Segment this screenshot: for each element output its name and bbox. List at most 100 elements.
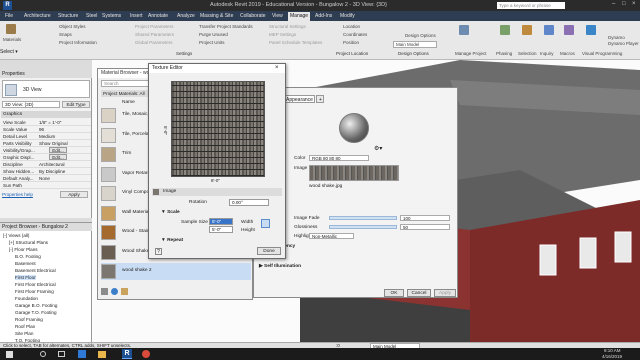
edit-4-button[interactable]: Edit...	[49, 147, 67, 153]
help-icon[interactable]: ?	[155, 248, 162, 255]
browser-item[interactable]: B.O. Footing	[15, 254, 41, 259]
dynamo-player-button[interactable]: Dynamo Player	[608, 41, 639, 46]
phasing-button[interactable]: Phasing	[496, 51, 512, 56]
ribbon-position[interactable]: Position	[336, 40, 359, 45]
browser-item[interactable]: Roof Framing	[15, 317, 43, 322]
materials-icon[interactable]	[6, 24, 16, 34]
tab-modify[interactable]: Modify	[338, 12, 357, 21]
tab-view[interactable]: View	[270, 12, 285, 21]
ribbon-location[interactable]: Location	[336, 24, 360, 29]
ribbon-purge-unused[interactable]: Purge Unused	[192, 32, 228, 37]
type-selector[interactable]: 3D View	[2, 80, 90, 98]
tab-file[interactable]: File	[3, 12, 15, 21]
properties-help-link[interactable]: Properties help	[2, 192, 33, 197]
appearance-param-slider[interactable]	[329, 216, 397, 220]
property-value[interactable]: 1/8" = 1'-0"	[39, 119, 61, 125]
lock-aspect-icon[interactable]	[261, 219, 270, 228]
file-explorer-icon[interactable]	[98, 351, 106, 358]
done-button[interactable]: Done	[257, 247, 281, 255]
color-field[interactable]: RGB 80 80 80	[309, 155, 369, 161]
tab-collaborate[interactable]: Collaborate	[238, 12, 268, 21]
ribbon-object-styles[interactable]: Object Styles	[52, 24, 86, 29]
tab-architecture[interactable]: Architecture	[22, 12, 53, 21]
edit-type-button[interactable]: Edit Type	[62, 101, 90, 108]
tab-appearance[interactable]: Appearance	[283, 95, 315, 103]
inquiry-icon[interactable]	[544, 25, 554, 35]
ribbon-snaps[interactable]: Snaps	[52, 32, 72, 37]
repeat-section[interactable]: ▼ Repeat	[161, 238, 183, 243]
macros-icon[interactable]	[564, 25, 574, 35]
browser-item[interactable]: [-] Views (all)	[3, 233, 29, 238]
revit-logo-icon[interactable]: R	[3, 1, 12, 10]
task-view-icon[interactable]	[58, 351, 65, 357]
materials-button[interactable]: Materials	[3, 37, 21, 42]
search-taskbar-icon[interactable]	[40, 351, 46, 357]
appearance-param-field[interactable]: Non-Metallic	[309, 233, 354, 239]
ribbon-project-units[interactable]: Project Units	[192, 40, 225, 45]
browser-item[interactable]: [+] Structural Plans	[9, 240, 48, 245]
browser-item[interactable]: Roof Plan	[15, 324, 35, 329]
image-section[interactable]: Image	[152, 188, 282, 196]
ribbon-global-parameters[interactable]: Global Parameters	[128, 40, 173, 45]
select-dropdown[interactable]: Select ▾	[0, 49, 30, 59]
ribbon-mep-settings[interactable]: MEP Settings	[262, 32, 296, 37]
design-option-main-model[interactable]: Main Model	[393, 41, 437, 48]
property-value[interactable]: Architectural	[39, 161, 65, 167]
property-value[interactable]: Show Original	[39, 140, 68, 146]
visual-programming-icon[interactable]	[586, 25, 596, 35]
manage-project-icon[interactable]	[459, 25, 469, 35]
instance-selector[interactable]: 3D View: {3D}	[2, 101, 60, 108]
edit-5-button[interactable]: Edit...	[49, 154, 67, 160]
apply-button[interactable]: Apply	[60, 191, 88, 198]
tab-manage[interactable]: Manage	[288, 12, 311, 21]
height-input[interactable]: 5'-0"	[209, 226, 233, 233]
appearance-param-field[interactable]: 50	[400, 224, 450, 230]
browser-item[interactable]: Site Plan	[15, 331, 33, 336]
image-thumbnail[interactable]	[309, 165, 399, 181]
browser-item[interactable]: Basement	[15, 261, 36, 266]
property-value[interactable]: None	[39, 175, 50, 181]
section-self-illumination[interactable]: ▶ Self Illumination	[259, 264, 301, 269]
ribbon-structural-settings[interactable]: Structural Settings	[262, 24, 306, 29]
property-value[interactable]: Medium	[39, 133, 55, 139]
maximize-icon[interactable]: □	[622, 1, 626, 7]
scale-section[interactable]: ▼ Scale	[161, 210, 180, 215]
edge-icon[interactable]	[78, 350, 86, 358]
minimize-icon[interactable]: –	[612, 1, 615, 7]
apply-material-button[interactable]: Apply	[434, 289, 456, 297]
material-item[interactable]: wood shake 2	[101, 263, 251, 280]
browser-item[interactable]: [-] Floor Plans	[9, 247, 38, 252]
close-icon[interactable]: ×	[632, 1, 636, 7]
browser-item[interactable]: First Floor Electrical	[15, 282, 56, 287]
browser-item[interactable]: Basement Electrical	[15, 268, 56, 273]
ribbon-panel-schedule-templates[interactable]: Panel Schedule Templates	[262, 40, 322, 45]
browser-item[interactable]: First Floor Framing	[15, 289, 54, 294]
search-input[interactable]: Type a keyword or phrase	[497, 2, 565, 9]
globe-icon[interactable]	[111, 288, 118, 295]
name-column-header[interactable]: Name	[122, 100, 135, 105]
browser-item[interactable]: First Floor	[15, 275, 36, 280]
browser-item[interactable]: Garage T.O. Footing	[15, 310, 57, 315]
ribbon-design-options[interactable]: Design Options	[398, 33, 436, 38]
tab-insert[interactable]: Insert	[128, 12, 145, 21]
width-input[interactable]: 8'-0"	[209, 218, 233, 225]
macros-button[interactable]: Macros	[560, 51, 575, 56]
property-value[interactable]: By Discipline	[39, 168, 65, 174]
preview-dropdown-icon[interactable]: ⚙▾	[374, 145, 382, 152]
ribbon-shared-parameters[interactable]: Shared Parameters	[128, 32, 174, 37]
ribbon-transfer-project-standards[interactable]: Transfer Project Standards	[192, 24, 253, 29]
selection-button[interactable]: Selection	[518, 51, 537, 56]
start-icon[interactable]	[6, 351, 13, 358]
tab-structure[interactable]: Structure	[56, 12, 80, 21]
material-search-input[interactable]: Search	[101, 80, 151, 87]
image-file-name[interactable]: wood shake.jpg	[309, 184, 342, 189]
phasing-icon[interactable]	[500, 25, 510, 35]
ok-button[interactable]: OK	[384, 289, 404, 297]
inquiry-button[interactable]: Inquiry	[540, 51, 554, 56]
tab-add[interactable]: +	[316, 95, 324, 103]
property-value[interactable]: 96	[39, 126, 44, 132]
revit-taskbar-icon[interactable]: R	[122, 349, 132, 359]
browser-item[interactable]: Garage B.O. Footing	[15, 303, 57, 308]
appearance-param-field[interactable]: 100	[400, 215, 450, 221]
tab-systems[interactable]: Systems	[100, 12, 123, 21]
